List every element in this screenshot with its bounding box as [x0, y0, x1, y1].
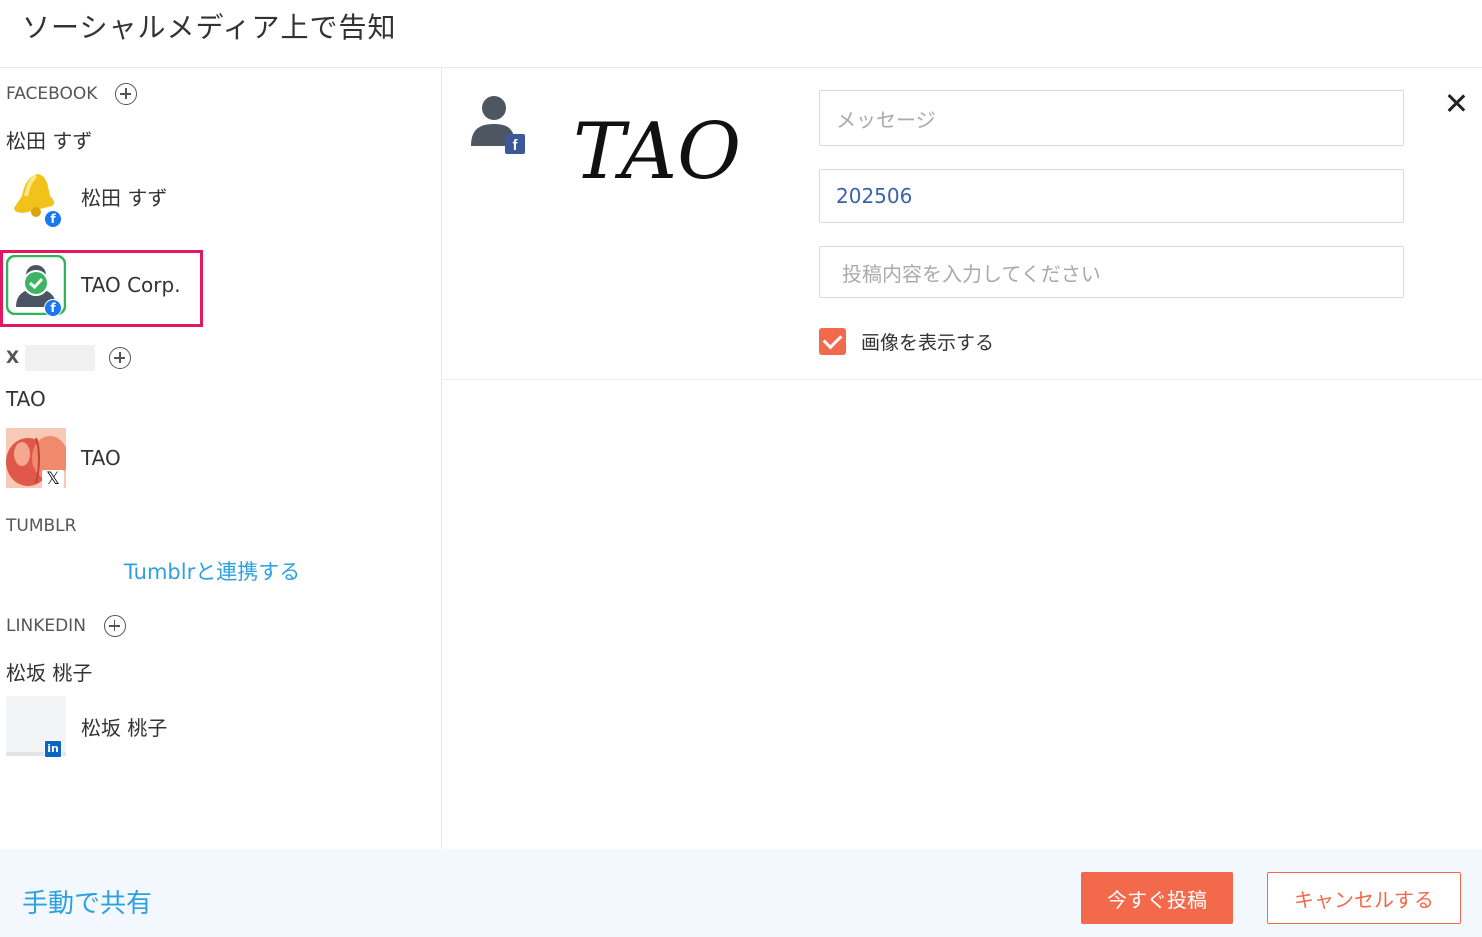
post-editor: f TAO メッセージ 202506 投稿内容を入力してください 画像を表示する	[443, 68, 1482, 380]
linkedin-badge-icon: in	[44, 740, 62, 758]
tao-logo: TAO	[573, 106, 773, 197]
tumblr-header-label: TUMBLR	[6, 516, 77, 536]
show-image-label: 画像を表示する	[861, 332, 995, 354]
close-icon[interactable]	[1445, 92, 1467, 114]
linkedin-header-label: LINKEDIN	[6, 616, 86, 636]
x-account-tao[interactable]: 𝕏 TAO	[6, 428, 121, 492]
cancel-button[interactable]: キャンセルする	[1267, 872, 1461, 924]
x-section-header: X	[6, 345, 132, 371]
facebook-user-icon: f	[467, 94, 527, 156]
x-owner-name: TAO	[6, 387, 46, 411]
account-name: 松坂 桃子	[81, 715, 168, 740]
facebook-header-label: FACEBOOK	[6, 84, 98, 104]
redacted-block	[25, 345, 96, 371]
show-image-option[interactable]: 画像を表示する	[819, 328, 994, 355]
x-header-label: X	[6, 348, 20, 368]
account-sidebar: FACEBOOK 松田 すず f 松田 すず f TAO Corp. X TAO…	[0, 68, 442, 849]
dialog-title: ソーシャルメディア上で告知	[22, 11, 397, 44]
account-name: TAO	[81, 446, 121, 470]
dialog-footer: 手動で共有 今すぐ投稿 キャンセルする	[0, 849, 1482, 937]
facebook-badge-icon: f	[44, 210, 62, 228]
x-badge-icon: 𝕏	[42, 470, 64, 492]
tao-logo-text: TAO	[573, 107, 741, 196]
connect-tumblr-link[interactable]: Tumblrと連携する	[124, 556, 300, 586]
tumblr-section-header: TUMBLR	[6, 516, 76, 536]
blank-avatar: in	[6, 696, 66, 758]
facebook-section-header: FACEBOOK	[6, 83, 138, 105]
bell-avatar: f	[6, 166, 66, 228]
title-input[interactable]: 202506	[819, 169, 1404, 223]
peach-avatar: 𝕏	[6, 428, 68, 492]
selected-account-highlight	[0, 250, 203, 327]
linkedin-section-header: LINKEDIN	[6, 615, 126, 637]
dialog-header: ソーシャルメディア上で告知	[0, 0, 1482, 68]
message-input[interactable]: メッセージ	[819, 90, 1404, 146]
content-input[interactable]: 投稿内容を入力してください	[819, 246, 1404, 298]
facebook-owner-name: 松田 すず	[6, 129, 93, 153]
facebook-account-matsuda[interactable]: f 松田 すず	[6, 166, 168, 228]
post-now-button[interactable]: 今すぐ投稿	[1081, 872, 1233, 924]
show-image-checkbox[interactable]	[819, 328, 846, 355]
account-name: 松田 すず	[81, 185, 168, 210]
manual-share-link[interactable]: 手動で共有	[22, 883, 152, 920]
linkedin-account-matsuzaka[interactable]: in 松坂 桃子	[6, 696, 168, 758]
linkedin-owner-name: 松坂 桃子	[6, 661, 93, 685]
add-linkedin-icon[interactable]	[103, 615, 126, 637]
add-x-icon[interactable]	[109, 347, 132, 369]
add-facebook-icon[interactable]	[115, 83, 138, 105]
